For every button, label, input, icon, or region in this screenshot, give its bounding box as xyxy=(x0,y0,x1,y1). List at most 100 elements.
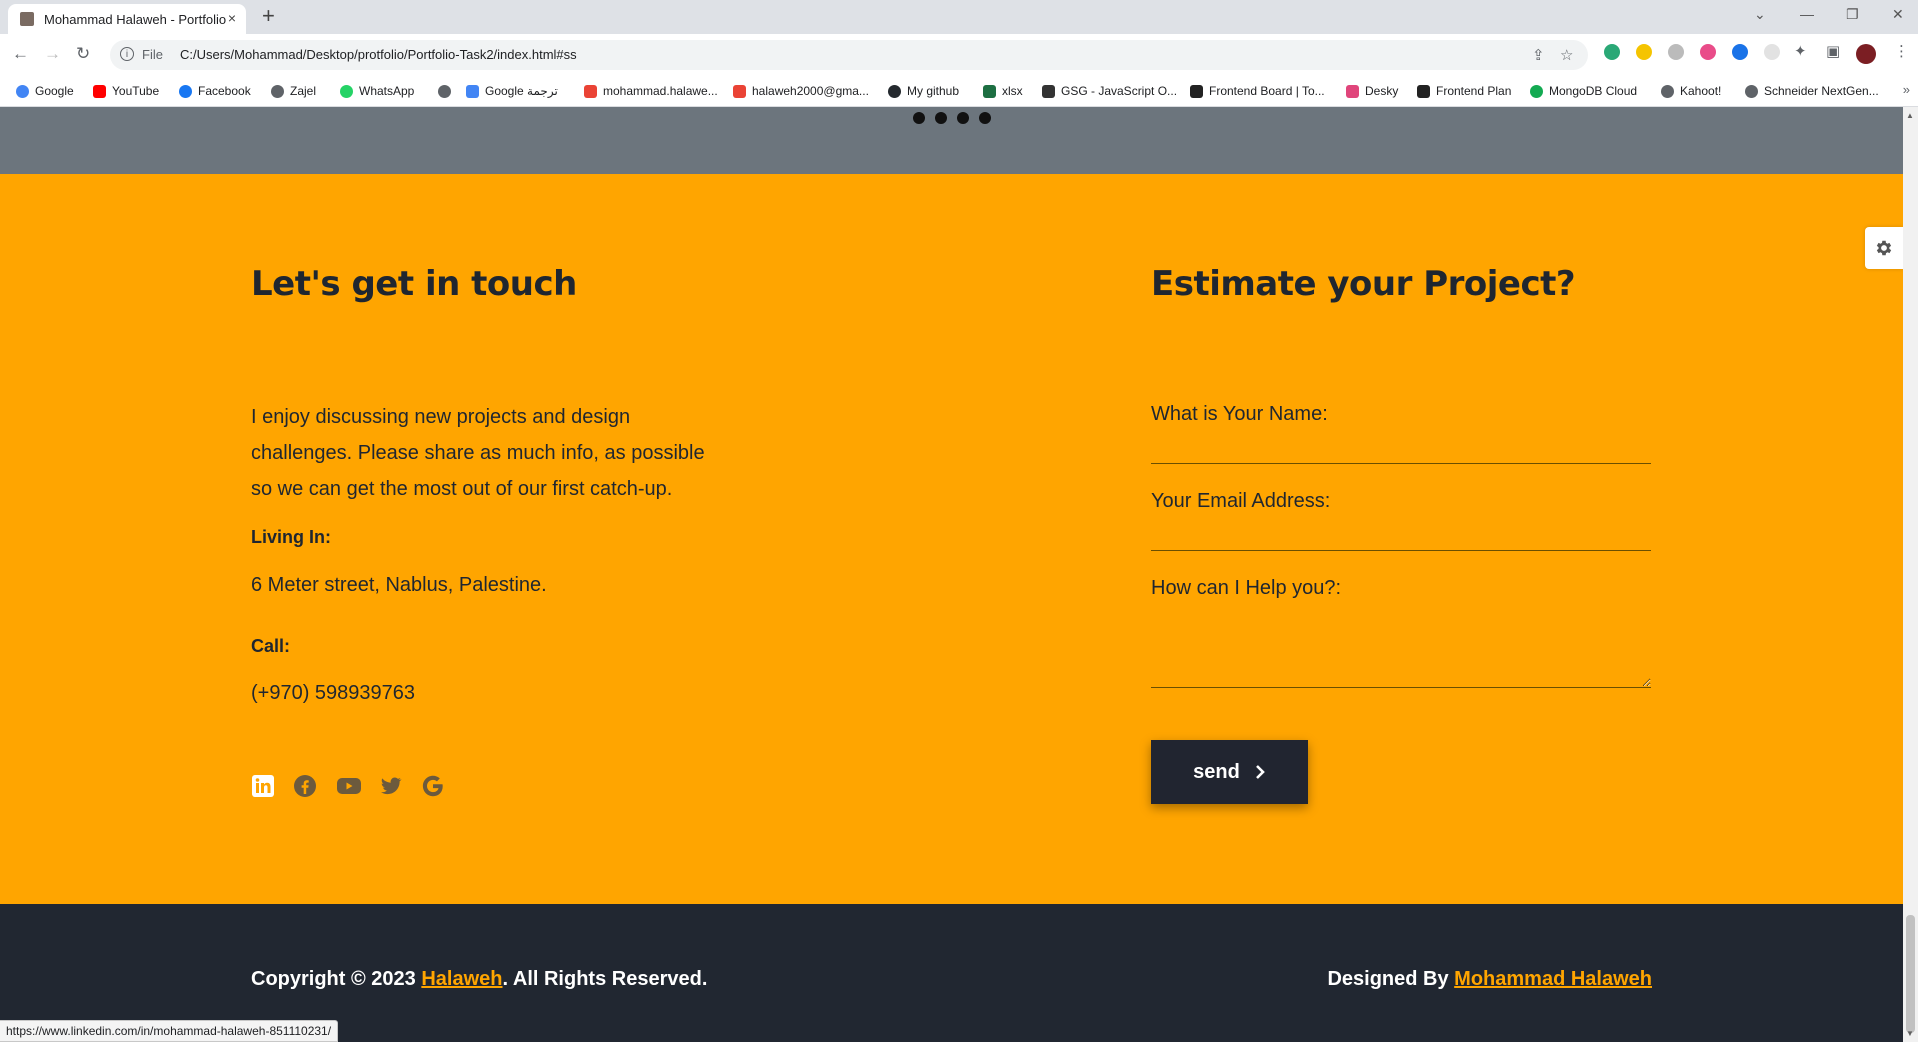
browser-tab[interactable]: Mohammad Halaweh - Portfolio × xyxy=(8,4,246,34)
tab-close-icon[interactable]: × xyxy=(228,10,236,26)
document-icon xyxy=(1042,84,1055,98)
bookmark-label: Frontend Plan xyxy=(1436,84,1512,98)
globe-icon xyxy=(438,84,451,98)
bookmark-item[interactable]: Desky xyxy=(1346,83,1398,99)
whatsapp-icon xyxy=(340,84,353,98)
chevron-right-icon xyxy=(1255,765,1265,779)
twitter-icon[interactable] xyxy=(379,774,403,798)
bookmark-item[interactable]: Frontend Plan xyxy=(1417,83,1511,99)
notion-icon xyxy=(1417,84,1430,98)
gear-icon xyxy=(1876,240,1892,256)
bookmark-label: Facebook xyxy=(198,84,251,98)
info-icon[interactable]: i xyxy=(120,47,134,61)
designed-by-text: Designed By Mohammad Halaweh xyxy=(1327,968,1652,991)
call-value: (+970) 598939763 xyxy=(251,682,416,704)
bookmark-label: Frontend Board | To... xyxy=(1209,84,1325,98)
new-tab-button[interactable]: + xyxy=(262,4,275,28)
scroll-up-icon[interactable]: ▲ xyxy=(1906,111,1914,120)
globe-icon xyxy=(1661,84,1674,98)
extension-color-icon[interactable] xyxy=(1700,44,1716,60)
name-label: What is Your Name: xyxy=(1151,403,1328,425)
share-icon[interactable]: ⇪ xyxy=(1532,46,1545,64)
bookmark-item[interactable]: Google ترجمة xyxy=(466,83,558,99)
extension-search-icon[interactable] xyxy=(1668,44,1684,60)
linkedin-icon[interactable] xyxy=(251,774,275,798)
extension-blue-icon[interactable] xyxy=(1732,44,1748,60)
facebook-icon[interactable] xyxy=(293,774,317,798)
extension-loading-icon[interactable] xyxy=(1764,44,1780,60)
bookmark-item[interactable]: mohammad.halawe... xyxy=(584,83,718,99)
url-text[interactable]: C:/Users/Mohammad/Desktop/protfolio/Port… xyxy=(180,47,577,62)
settings-toggle[interactable] xyxy=(1865,227,1903,269)
gmail-icon xyxy=(733,84,746,98)
bookmark-label: Zajel xyxy=(290,84,317,98)
bookmark-item[interactable]: Google xyxy=(16,83,74,99)
bookmark-label: Kahoot! xyxy=(1680,84,1722,98)
bookmark-label: xlsx xyxy=(1002,84,1023,98)
bookmark-label: GSG - JavaScript O... xyxy=(1061,84,1178,98)
message-textarea[interactable] xyxy=(1151,606,1651,688)
send-button[interactable]: send xyxy=(1151,740,1308,804)
profile-avatar[interactable] xyxy=(1856,44,1876,64)
bookmark-item[interactable]: xlsx xyxy=(983,83,1023,99)
copyright-link[interactable]: Halaweh xyxy=(421,968,502,990)
bookmark-item[interactable] xyxy=(438,83,457,99)
designer-link[interactable]: Mohammad Halaweh xyxy=(1454,968,1652,990)
restore-icon[interactable]: ❐ xyxy=(1846,6,1859,23)
email-input[interactable] xyxy=(1151,519,1651,551)
carousel-dot[interactable] xyxy=(957,112,969,124)
extension-shield-icon[interactable] xyxy=(1604,44,1620,60)
copyright-text: Copyright © 2023 Halaweh. All Rights Res… xyxy=(251,968,707,991)
contact-intro: I enjoy discussing new projects and desi… xyxy=(251,406,705,500)
bookmark-label: YouTube xyxy=(112,84,160,98)
translate-icon xyxy=(466,84,479,98)
back-icon[interactable]: ← xyxy=(12,44,29,64)
link-status-bar: https://www.linkedin.com/in/mohammad-hal… xyxy=(0,1020,339,1042)
youtube-icon[interactable] xyxy=(336,774,362,798)
designed-prefix: Designed By xyxy=(1327,968,1455,990)
menu-dots-icon[interactable]: ⋮ xyxy=(1894,42,1909,60)
bookmark-star-icon[interactable]: ☆ xyxy=(1560,46,1573,64)
living-label: Living In: xyxy=(251,527,331,547)
browser-toolbar: ← → ↻ i File C:/Users/Mohammad/Desktop/p… xyxy=(0,34,1918,76)
bookmark-item[interactable]: MongoDB Cloud xyxy=(1530,83,1637,99)
extension-coin-icon[interactable] xyxy=(1636,44,1652,60)
google-icon xyxy=(16,84,29,98)
carousel-dot[interactable] xyxy=(935,112,947,124)
carousel-dot[interactable] xyxy=(913,112,925,124)
tab-title: Mohammad Halaweh - Portfolio xyxy=(44,12,227,27)
page-scrollbar[interactable]: ▲ ▼ xyxy=(1903,107,1918,1042)
contact-heading: Let's get in touch xyxy=(251,264,577,304)
side-panel-icon[interactable]: ▣ xyxy=(1826,42,1840,60)
facebook-icon xyxy=(179,84,192,98)
excel-icon xyxy=(983,84,996,98)
bookmark-item[interactable]: Schneider NextGen... xyxy=(1745,83,1879,99)
bookmark-item[interactable]: WhatsApp xyxy=(340,83,414,99)
bookmark-item[interactable]: Kahoot! xyxy=(1661,83,1721,99)
tab-search-icon[interactable]: ⌄ xyxy=(1754,6,1766,23)
mongodb-icon xyxy=(1530,84,1543,98)
address-bar[interactable]: i File C:/Users/Mohammad/Desktop/protfol… xyxy=(110,40,1588,70)
close-window-icon[interactable]: ✕ xyxy=(1892,6,1904,23)
google-icon[interactable] xyxy=(421,774,445,798)
bookmark-item[interactable]: My github xyxy=(888,83,959,99)
bookmark-item[interactable]: GSG - JavaScript O... xyxy=(1042,83,1177,99)
carousel-dot[interactable] xyxy=(979,112,991,124)
bookmark-label: Google xyxy=(35,84,74,98)
minimize-icon[interactable]: — xyxy=(1800,6,1814,22)
bookmark-label: Schneider NextGen... xyxy=(1764,84,1879,98)
forward-icon[interactable]: → xyxy=(44,44,61,64)
scroll-thumb[interactable] xyxy=(1906,915,1915,1033)
bookmark-item[interactable]: YouTube xyxy=(93,83,159,99)
bookmark-item[interactable]: Facebook xyxy=(179,83,251,99)
form-heading: Estimate your Project? xyxy=(1151,264,1576,304)
bookmarks-more-icon[interactable]: » xyxy=(1903,82,1910,97)
bookmark-item[interactable]: Frontend Board | To... xyxy=(1190,83,1325,99)
reload-icon[interactable]: ↻ xyxy=(76,44,90,64)
extensions-puzzle-icon[interactable]: ✦ xyxy=(1794,42,1807,60)
bookmark-label: halaweh2000@gma... xyxy=(752,84,869,98)
bookmark-item[interactable]: halaweh2000@gma... xyxy=(733,83,869,99)
scroll-down-icon[interactable]: ▼ xyxy=(1906,1029,1914,1038)
name-input[interactable] xyxy=(1151,432,1651,464)
bookmark-item[interactable]: Zajel xyxy=(271,83,316,99)
